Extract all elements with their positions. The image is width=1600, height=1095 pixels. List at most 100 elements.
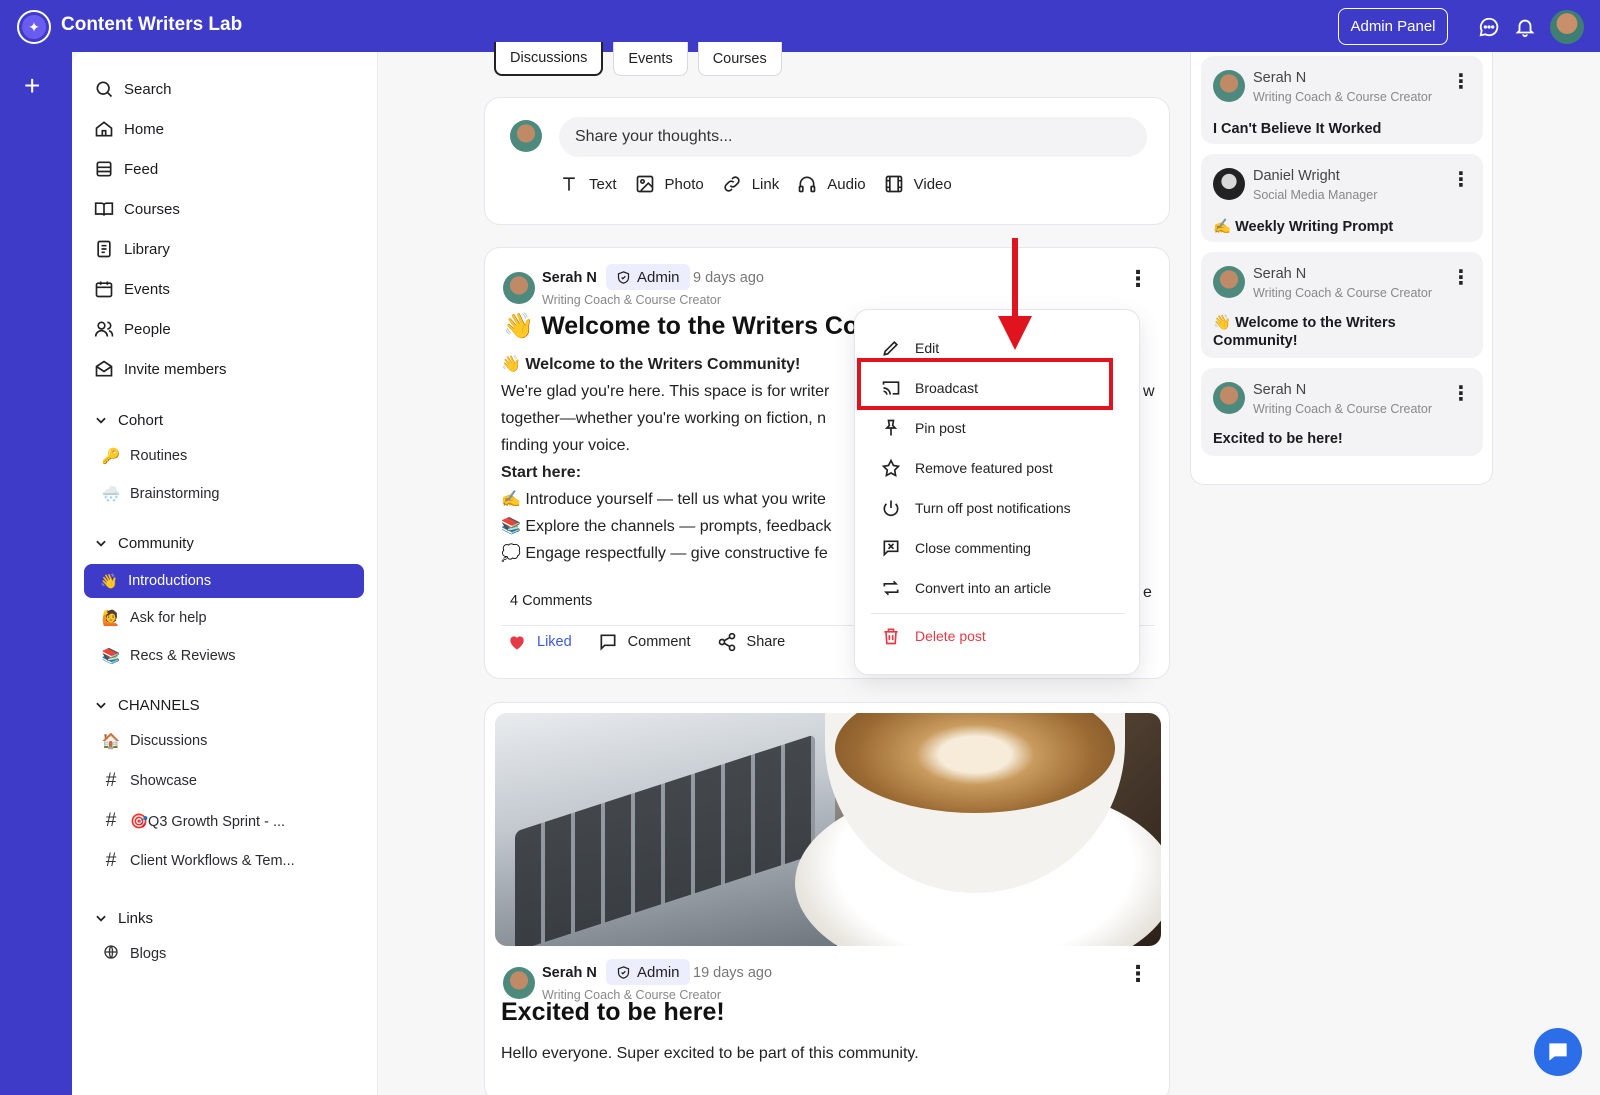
section-channels[interactable]: CHANNELS: [94, 693, 200, 717]
post-author[interactable]: Serah N: [542, 270, 597, 286]
featured-post-card[interactable]: Daniel Wright Social Media Manager ⋮ ✍️ …: [1201, 154, 1483, 242]
house-icon: 🏠: [101, 733, 121, 750]
comment-button[interactable]: Comment: [598, 632, 691, 652]
post-title[interactable]: 👋 Welcome to the Writers Co: [503, 312, 858, 341]
comment-label: Comment: [627, 634, 691, 650]
featured-post-card[interactable]: Serah N Writing Coach & Course Creator ⋮…: [1201, 56, 1483, 144]
sidebar-item-label: People: [124, 320, 171, 338]
sidebar-item-feed[interactable]: Feed: [94, 154, 158, 184]
section-links[interactable]: Links: [94, 906, 153, 930]
link-post-button[interactable]: Link: [722, 174, 780, 194]
menu-item-delete-post[interactable]: Delete post: [881, 624, 986, 648]
more-options-icon[interactable]: ⋮: [1451, 72, 1471, 92]
sidebar-item-events[interactable]: Events: [94, 274, 170, 304]
menu-item-convert-article[interactable]: Convert into an article: [881, 576, 1051, 600]
more-options-icon[interactable]: ⋮: [1127, 963, 1149, 985]
sidebar-item-home[interactable]: Home: [94, 114, 164, 144]
menu-item-turn-off-notifications[interactable]: Turn off post notifications: [881, 496, 1071, 520]
post-body: Hello everyone. Super excited to be part…: [501, 1045, 919, 1062]
post-card: Serah N Admin 19 days ago Writing Coach …: [484, 702, 1170, 1095]
raised-hand-icon: 🙋: [101, 610, 121, 627]
text-post-button[interactable]: Text: [559, 174, 617, 194]
action-label: Text: [589, 175, 617, 193]
action-label: Photo: [664, 175, 704, 193]
menu-item-label: Edit: [915, 340, 940, 356]
sidebar: Search Home Feed Courses Library Events …: [72, 52, 378, 1095]
more-options-icon[interactable]: ⋮: [1451, 384, 1471, 404]
bell-icon[interactable]: [1514, 16, 1536, 38]
star-icon: [881, 458, 901, 478]
chat-icon[interactable]: [1478, 16, 1500, 38]
post-image[interactable]: [495, 713, 1161, 946]
sidebar-item-introductions[interactable]: 👋 Introductions: [84, 564, 364, 598]
avatar[interactable]: [503, 967, 535, 999]
featured-post-title: Excited to be here!: [1213, 431, 1343, 447]
sidebar-item-label: Events: [124, 280, 170, 298]
menu-item-close-commenting[interactable]: Close commenting: [881, 536, 1031, 560]
search-icon: [94, 79, 114, 99]
author-name: Serah N: [1253, 382, 1307, 398]
tab-discussions[interactable]: Discussions: [494, 42, 604, 76]
sidebar-item-routines[interactable]: 🔑 Routines: [100, 441, 188, 471]
app-logo[interactable]: ✦: [17, 10, 51, 44]
library-icon: [94, 239, 114, 259]
audio-post-button[interactable]: Audio: [797, 174, 866, 194]
sidebar-item-blogs[interactable]: Blogs: [100, 939, 166, 969]
section-heading: Links: [118, 909, 154, 927]
menu-item-pin-post[interactable]: Pin post: [881, 416, 966, 440]
cloud-snow-icon: 🌨️: [101, 486, 121, 503]
more-options-icon[interactable]: ⋮: [1127, 268, 1149, 290]
annotation-arrow-head: [998, 316, 1032, 350]
sidebar-item-showcase[interactable]: # Showcase: [100, 766, 197, 796]
post-author[interactable]: Serah N: [542, 965, 597, 981]
featured-post-card[interactable]: Serah N Writing Coach & Course Creator ⋮…: [1201, 368, 1483, 456]
section-cohort[interactable]: Cohort: [94, 408, 163, 432]
post-title[interactable]: Excited to be here!: [501, 998, 725, 1027]
sidebar-item-search[interactable]: Search: [94, 74, 172, 104]
text-icon: [563, 177, 575, 191]
plus-icon[interactable]: +: [24, 72, 40, 100]
user-avatar[interactable]: [1550, 10, 1584, 44]
share-thoughts-input[interactable]: Share your thoughts...: [559, 117, 1147, 157]
featured-post-card[interactable]: Serah N Writing Coach & Course Creator ⋮…: [1201, 252, 1483, 358]
more-options-icon[interactable]: ⋮: [1451, 170, 1471, 190]
menu-item-label: Pin post: [915, 420, 966, 436]
menu-item-remove-featured[interactable]: Remove featured post: [881, 456, 1053, 480]
section-community[interactable]: Community: [94, 531, 194, 555]
sidebar-item-brainstorming[interactable]: 🌨️ Brainstorming: [100, 479, 220, 509]
avatar: [1213, 70, 1245, 102]
avatar: [1213, 266, 1245, 298]
video-post-button[interactable]: Video: [884, 174, 952, 194]
sidebar-item-client-workflows[interactable]: # Client Workflows & Tem...: [100, 846, 295, 876]
sidebar-item-invite-members[interactable]: Invite members: [94, 354, 227, 384]
sidebar-item-ask-for-help[interactable]: 🙋 Ask for help: [100, 603, 207, 633]
sidebar-item-people[interactable]: People: [94, 314, 171, 344]
sidebar-item-discussions[interactable]: 🏠 Discussions: [100, 726, 208, 756]
convert-icon: [883, 580, 899, 596]
app-title[interactable]: Content Writers Lab: [61, 14, 242, 36]
menu-item-edit[interactable]: Edit: [881, 336, 939, 360]
photo-post-button[interactable]: Photo: [635, 174, 704, 194]
support-chat-button[interactable]: [1534, 1028, 1582, 1076]
sidebar-item-library[interactable]: Library: [94, 234, 170, 264]
sidebar-item-recs-reviews[interactable]: 📚 Recs & Reviews: [100, 641, 236, 671]
post-line: ✍️ Introduce yourself — tell us what you…: [501, 491, 826, 508]
like-button[interactable]: Liked: [507, 632, 572, 652]
tab-courses[interactable]: Courses: [697, 42, 782, 76]
sidebar-item-label: 🎯Q3 Growth Sprint - ...: [130, 813, 286, 830]
post-line: We're glad you're here. This space is fo…: [501, 383, 830, 400]
tab-events[interactable]: Events: [613, 42, 688, 76]
admin-panel-button[interactable]: Admin Panel: [1338, 8, 1448, 45]
sidebar-item-q3-growth-sprint[interactable]: # 🎯Q3 Growth Sprint - ...: [100, 806, 285, 836]
top-bar: ✦ Content Writers Lab Admin Panel: [0, 0, 1600, 52]
avatar[interactable]: [503, 272, 535, 304]
share-button[interactable]: Share: [717, 632, 785, 652]
sidebar-item-courses[interactable]: Courses: [94, 194, 180, 224]
sidebar-item-label: Routines: [130, 448, 188, 464]
comments-count[interactable]: 4 Comments: [510, 593, 592, 609]
pencil-icon: [883, 340, 899, 356]
action-label: Link: [751, 175, 780, 193]
more-options-icon[interactable]: ⋮: [1451, 268, 1471, 288]
author-role: Writing Coach & Course Creator: [1253, 90, 1433, 104]
annotation-highlight-box: [857, 358, 1113, 410]
